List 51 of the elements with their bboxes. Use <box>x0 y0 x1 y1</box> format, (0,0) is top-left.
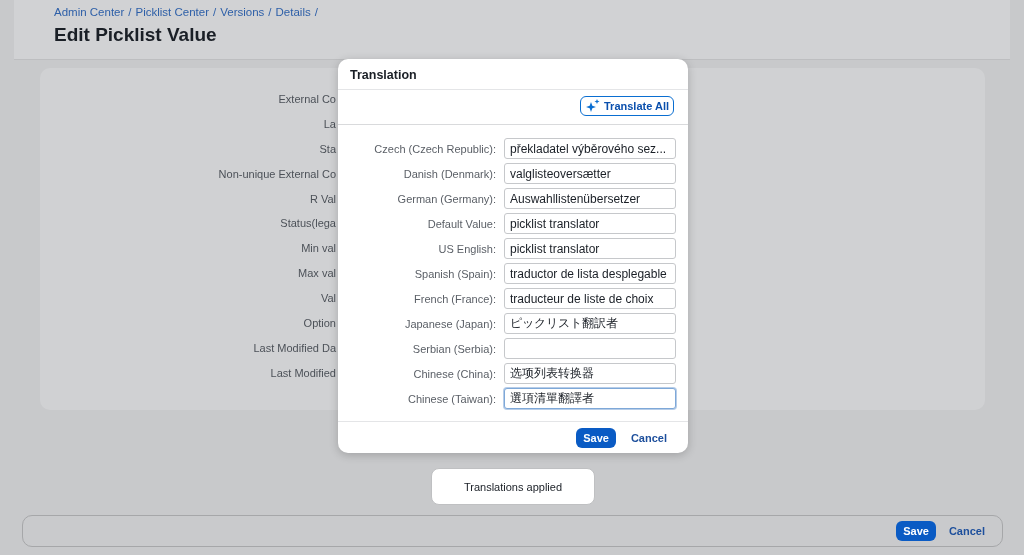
field-label: Last Modified <box>270 365 336 381</box>
translate-all-button[interactable]: Translate All <box>580 96 674 116</box>
field-label: Non-unique External Co <box>218 166 336 182</box>
translation-field[interactable]: 選項清單翻譯者 <box>504 388 676 409</box>
breadcrumb-link[interactable]: Details <box>275 6 311 18</box>
breadcrumb-link[interactable]: Picklist Center <box>135 6 209 18</box>
dialog-title: Translation <box>338 59 688 90</box>
toast-message: Translations applied <box>431 468 595 505</box>
language-label: Chinese (Taiwan): <box>406 392 496 405</box>
field-label: Val <box>320 291 336 307</box>
translation-field[interactable]: traductor de lista desplegable <box>504 263 676 284</box>
translation-field[interactable]: 选项列表转换器 <box>504 363 676 384</box>
field-label: Status(lega <box>280 216 336 232</box>
translation-field[interactable]: ピックリスト翻訳者 <box>504 313 676 334</box>
field-label: Last Modified Da <box>253 340 336 356</box>
save-button[interactable]: Save <box>576 427 616 448</box>
language-label: Japanese (Japan): <box>403 317 496 330</box>
breadcrumb-link[interactable]: Versions <box>220 6 265 18</box>
breadcrumb-link[interactable]: Admin Center <box>54 6 125 18</box>
field-label: R Val <box>309 191 336 207</box>
breadcrumb-separator: / <box>268 6 272 18</box>
field-label: Option <box>303 316 336 331</box>
language-label: Spanish (Spain): <box>413 267 496 280</box>
translation-field[interactable]: traducteur de liste de choix <box>504 288 676 309</box>
field-label: External Co <box>278 92 336 107</box>
language-label: German (Germany): <box>396 192 496 205</box>
language-label: Chinese (China): <box>412 367 496 380</box>
language-label: Serbian (Serbia): <box>411 342 496 355</box>
translation-field[interactable] <box>504 338 676 359</box>
field-label: Sta <box>319 141 336 157</box>
field-label: La <box>323 116 336 132</box>
language-label: Default Value: <box>426 217 496 230</box>
breadcrumb-separator: / <box>128 6 132 18</box>
breadcrumb-separator: / <box>314 6 318 18</box>
translation-field[interactable]: picklist translator <box>504 238 676 259</box>
language-label: Danish (Denmark): <box>402 167 496 180</box>
language-label: French (France): <box>413 292 496 305</box>
field-label: Min val <box>301 241 336 257</box>
translation-field[interactable]: picklist translator <box>504 213 676 234</box>
language-label: US English: <box>437 242 496 255</box>
translation-field[interactable]: valglisteoversætter <box>504 163 676 184</box>
translation-field[interactable]: překladatel výběrového sez... <box>504 138 676 159</box>
cancel-button[interactable]: Cancel <box>941 521 992 541</box>
sparkle-icon <box>585 99 601 113</box>
field-label: Max val <box>298 266 336 282</box>
language-label: Czech (Czech Republic): <box>373 142 496 155</box>
translation-field[interactable]: Auswahllistenübersetzer <box>504 188 676 209</box>
save-button[interactable]: Save <box>896 521 936 541</box>
breadcrumb-separator: / <box>213 6 217 18</box>
cancel-button[interactable]: Cancel <box>623 427 674 448</box>
page-title: Edit Picklist Value <box>54 24 218 46</box>
